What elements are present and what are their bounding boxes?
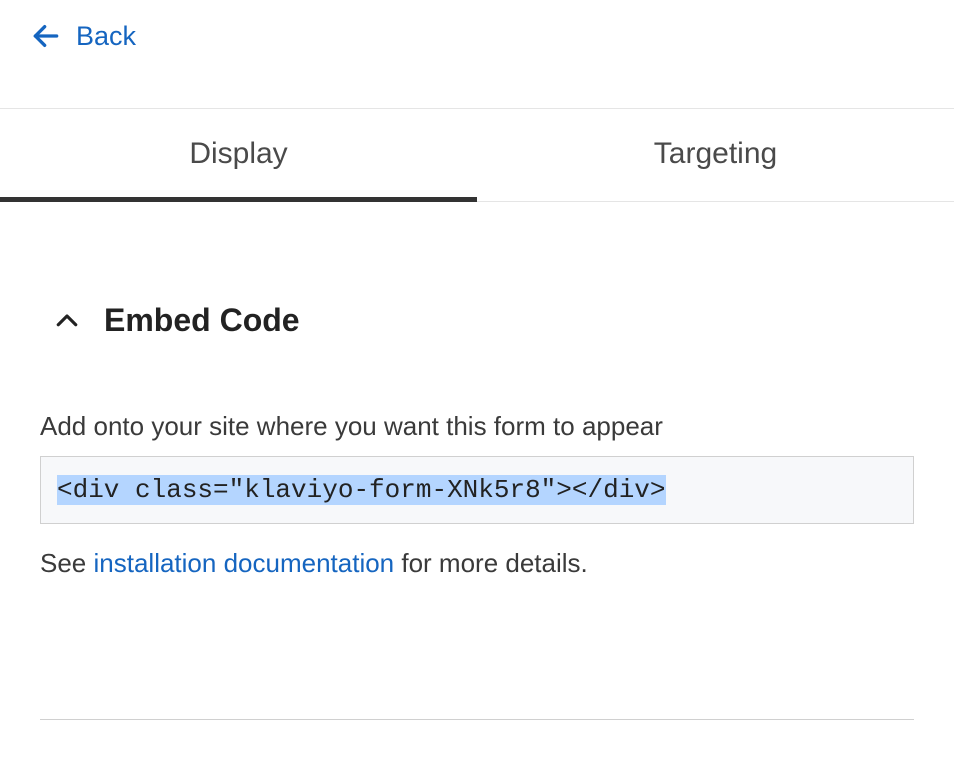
section-divider xyxy=(40,719,914,720)
embed-instruction: Add onto your site where you want this f… xyxy=(40,411,914,442)
helper-text: See installation documentation for more … xyxy=(40,548,914,579)
helper-prefix: See xyxy=(40,548,94,578)
chevron-up-icon xyxy=(52,306,82,336)
tab-targeting[interactable]: Targeting xyxy=(477,109,954,201)
section-title: Embed Code xyxy=(104,302,300,339)
tabs: Display Targeting xyxy=(0,109,954,201)
embed-code-box[interactable]: <div class="klaviyo-form-XNk5r8"></div> xyxy=(40,456,914,524)
installation-documentation-link[interactable]: installation documentation xyxy=(94,548,395,578)
content-area: Embed Code Add onto your site where you … xyxy=(0,202,954,579)
helper-suffix: for more details. xyxy=(394,548,588,578)
tabs-container: Display Targeting xyxy=(0,108,954,202)
tab-display-label: Display xyxy=(189,137,287,170)
section-header-embed-code[interactable]: Embed Code xyxy=(40,302,914,339)
tab-targeting-label: Targeting xyxy=(654,137,777,170)
back-label: Back xyxy=(76,21,136,52)
back-button[interactable]: Back xyxy=(0,0,166,72)
arrow-left-icon xyxy=(30,20,62,52)
embed-code-text: <div class="klaviyo-form-XNk5r8"></div> xyxy=(57,475,666,505)
tab-display[interactable]: Display xyxy=(0,109,477,201)
